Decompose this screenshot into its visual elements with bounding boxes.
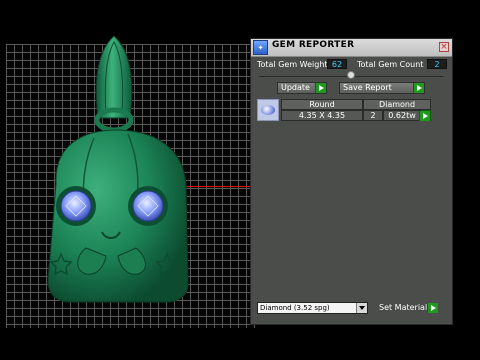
gem-reporter-icon: ✦: [253, 40, 268, 55]
material-header: Diamond: [363, 99, 431, 110]
play-icon: [427, 303, 438, 313]
panel-titlebar[interactable]: ✦ GEM REPORTER ×: [251, 39, 452, 57]
slider-handle[interactable]: [347, 71, 355, 79]
total-gem-weight-value: 62: [327, 59, 347, 69]
gem-size-cell: 4.35 X 4.35: [281, 110, 363, 121]
row-go-button[interactable]: [419, 110, 431, 121]
update-button[interactable]: Update: [277, 82, 327, 94]
save-report-button[interactable]: Save Report: [339, 82, 425, 94]
total-gem-count-value: 2: [427, 59, 447, 69]
set-material-label: Set Material: [379, 303, 428, 312]
play-icon: [413, 83, 424, 93]
gem-list: Round Diamond 4.35 X 4.35 2 0.62tw: [257, 99, 445, 123]
gem-reporter-panel: ✦ GEM REPORTER × Total Gem Weight 62 Tot…: [250, 38, 453, 325]
pendant-model[interactable]: [36, 34, 201, 330]
save-report-button-label: Save Report: [343, 83, 392, 92]
material-select[interactable]: Diamond (3.52 spg): [257, 302, 368, 314]
set-material-button[interactable]: Set Material: [375, 302, 439, 314]
gem-count-cell: 2: [363, 110, 383, 121]
shape-header: Round: [281, 99, 363, 110]
close-icon[interactable]: ×: [439, 42, 449, 52]
gem-weight-cell: 0.62tw: [383, 110, 421, 121]
play-icon: [419, 111, 430, 121]
panel-title: GEM REPORTER: [272, 40, 355, 50]
update-button-label: Update: [281, 83, 310, 92]
total-gem-count-label: Total Gem Count: [357, 60, 424, 69]
bail-shape: [95, 35, 133, 119]
material-select-value: Diamond (3.52 spg): [260, 304, 330, 312]
gem-thumbnail[interactable]: [257, 99, 279, 121]
play-icon: [315, 83, 326, 93]
chevron-down-icon: [356, 303, 367, 313]
total-gem-weight-label: Total Gem Weight: [257, 60, 328, 69]
